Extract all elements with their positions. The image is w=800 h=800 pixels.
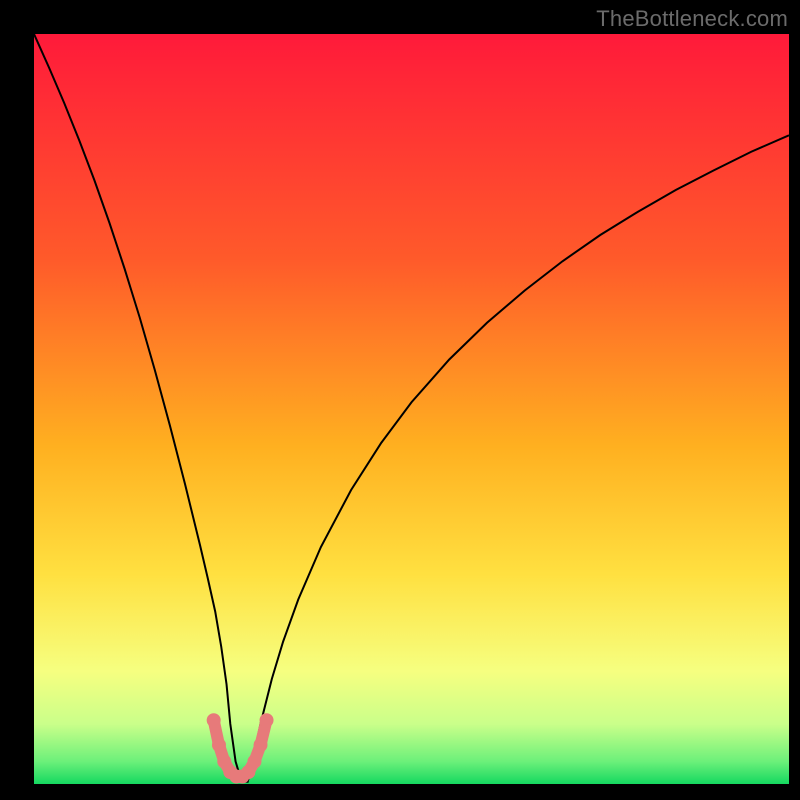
gradient-background: [34, 34, 789, 784]
marker-dot: [254, 738, 268, 752]
marker-dot: [260, 713, 274, 727]
watermark-text: TheBottleneck.com: [596, 6, 788, 32]
plot-area: [34, 34, 789, 784]
marker-dot: [247, 755, 261, 769]
marker-dot: [207, 713, 221, 727]
chart-svg: [34, 34, 789, 784]
marker-dot: [212, 738, 226, 752]
chart-frame: TheBottleneck.com: [0, 0, 800, 800]
